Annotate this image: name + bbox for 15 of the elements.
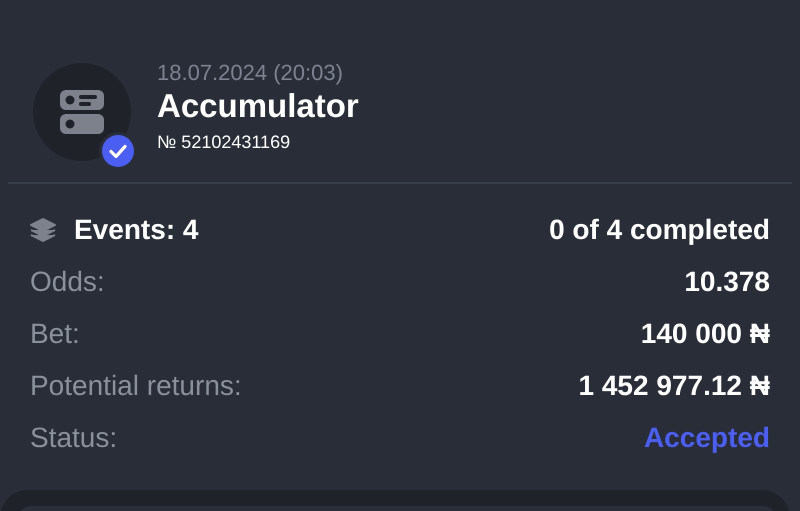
field-value: 10.378 xyxy=(684,266,770,298)
layers-icon xyxy=(30,218,56,242)
completed-count: 0 of 4 completed xyxy=(549,214,770,246)
field-label: Potential returns: xyxy=(30,370,242,402)
bet-date: 18.07.2024 (20:03) xyxy=(157,60,344,86)
field-label: Odds: xyxy=(30,266,105,298)
bet-title: Accumulator xyxy=(157,86,359,126)
status-value: Accepted xyxy=(644,422,770,454)
field-value: 1 452 977.12 ₦ xyxy=(578,370,770,402)
field-label: Bet: xyxy=(30,318,80,350)
bet-slip-icon xyxy=(58,88,106,136)
events-count: Events: 4 xyxy=(74,214,198,246)
bet-number: № 52102431169 xyxy=(157,131,292,154)
field-value: 140 000 ₦ xyxy=(640,318,770,350)
field-label: Status: xyxy=(30,422,118,454)
